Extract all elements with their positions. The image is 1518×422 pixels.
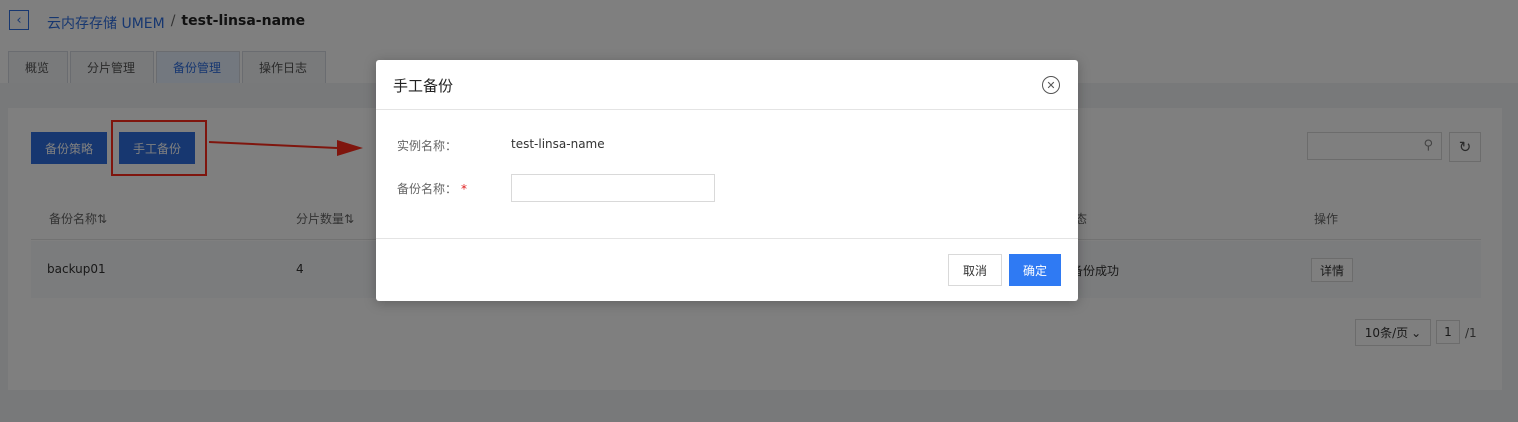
dialog-footer: 取消 确定 <box>376 238 1078 301</box>
required-mark: * <box>461 182 468 196</box>
instance-name-label: 实例名称： <box>397 139 458 153</box>
backup-name-label: 备份名称： <box>397 182 458 196</box>
dialog-title: 手工备份 <box>393 77 454 95</box>
backup-name-label-group: 备份名称： * <box>397 180 467 197</box>
backup-name-input[interactable] <box>511 174 715 202</box>
dialog-header: 手工备份 ✕ <box>376 60 1078 110</box>
manual-backup-dialog: 手工备份 ✕ 实例名称： test-linsa-name 备份名称： * 取消 确… <box>376 60 1078 301</box>
cancel-button[interactable]: 取消 <box>948 254 1002 286</box>
instance-name-value: test-linsa-name <box>511 137 605 151</box>
confirm-button[interactable]: 确定 <box>1009 254 1061 286</box>
close-icon[interactable]: ✕ <box>1042 76 1060 94</box>
